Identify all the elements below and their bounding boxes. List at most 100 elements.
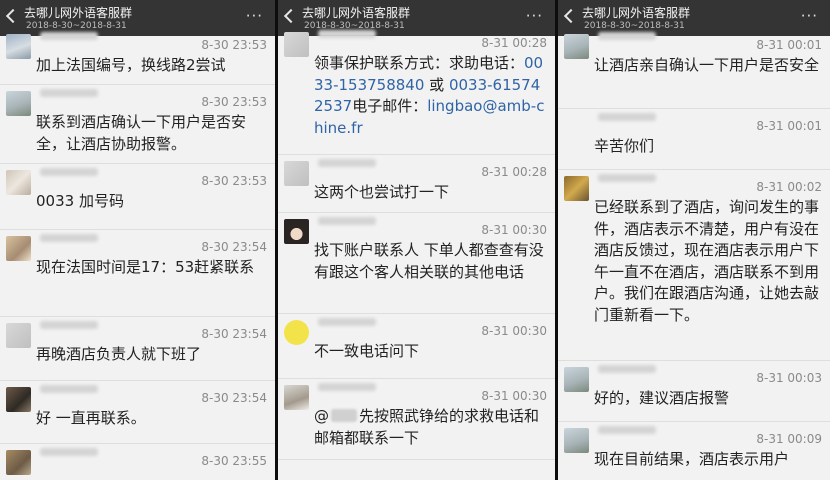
text-segment: 或 — [424, 75, 449, 94]
message-item[interactable]: 8-31 00:03 好的，建议酒店报警 — [558, 361, 830, 422]
message-text: 不一致电话问下 — [314, 342, 420, 360]
message-text: 0033 加号码 — [36, 192, 124, 210]
message-item[interactable]: 8-30 23:54 好 一直再联系。 — [0, 381, 275, 444]
mention-blurred — [331, 409, 357, 422]
chat-panel-right: 去哪儿网外语客服群 2018-8-30~2018-8-31 ··· 8-31 0… — [558, 0, 830, 480]
sender-name-blurred — [598, 365, 656, 373]
sender-avatar[interactable] — [564, 428, 589, 453]
text-segment: 领事保护联系方式：求助电话： — [314, 54, 525, 72]
message-time: 8-30 23:55 — [201, 454, 267, 468]
sender-avatar[interactable] — [6, 91, 31, 116]
message-time: 8-30 23:53 — [201, 38, 267, 52]
more-options-icon[interactable]: ··· — [526, 7, 543, 25]
message-item[interactable]: 8-31 00:09 现在目前结果，酒店表示用户 — [558, 422, 830, 480]
message-item[interactable]: 8-31 00:30 找下账户联系人 下单人都查查有没有跟这个客人相关联的其他电话 — [278, 213, 555, 314]
message-text: 找下账户联系人 下单人都查查有没有跟这个客人相关联的其他电话 — [314, 241, 544, 281]
message-item[interactable]: 8-31 00:28 领事保护联系方式：求助电话：0033-153758840 或… — [278, 26, 555, 155]
sender-name-blurred — [598, 426, 656, 434]
sender-name-blurred — [598, 174, 656, 182]
message-time: 8-31 00:09 — [756, 432, 822, 446]
message-time: 8-30 23:54 — [201, 327, 267, 341]
sender-avatar[interactable] — [284, 219, 309, 244]
message-text: 再晚酒店负责人就下班了 — [36, 345, 202, 363]
message-item[interactable]: 8-31 00:28 这两个也尝试打一下 — [278, 155, 555, 213]
sender-avatar[interactable] — [6, 450, 31, 475]
sender-name-blurred — [40, 234, 98, 242]
message-time: 8-31 00:30 — [481, 223, 547, 237]
message-item[interactable]: 8-30 23:54 现在法国时间是17：53赶紧联系 — [0, 230, 275, 317]
sender-avatar[interactable] — [564, 176, 589, 201]
sender-name-blurred — [40, 448, 98, 456]
sender-name-blurred — [598, 32, 656, 40]
sender-avatar[interactable] — [284, 161, 309, 186]
sender-name-blurred — [598, 113, 656, 121]
message-text: 辛苦你们 — [594, 137, 655, 155]
message-time: 8-30 23:53 — [201, 174, 267, 188]
sender-avatar[interactable] — [284, 385, 309, 410]
sender-avatar[interactable] — [6, 170, 31, 195]
message-text: @ 先按照武铮给的求救电话和邮箱都联系一下 — [314, 406, 545, 449]
text-segment: @ — [314, 407, 329, 425]
message-list: 8-31 00:01 让酒店亲自确认一下用户是否安全 8-31 00:01 辛苦你们 8… — [558, 28, 830, 480]
sender-avatar[interactable] — [284, 320, 309, 345]
message-text: 现在法国时间是17：53赶紧联系 — [36, 258, 255, 276]
message-text: 好 一直再联系。 — [36, 409, 146, 427]
message-time: 8-31 00:01 — [756, 38, 822, 52]
message-text: 加上法国编号，换线路2尝试 — [36, 56, 226, 74]
message-time: 8-31 00:02 — [756, 180, 822, 194]
message-list: 8-30 23:53 加上法国编号，换线路2尝试 8-30 23:53 联系到酒店确认… — [0, 28, 275, 480]
message-item[interactable]: 8-31 00:30 @ 先按照武铮给的求救电话和邮箱都联系一下 — [278, 379, 555, 460]
sender-avatar[interactable] — [284, 32, 309, 57]
message-list: 8-31 00:28 领事保护联系方式：求助电话：0033-153758840 或… — [278, 26, 555, 460]
back-arrow-icon[interactable] — [283, 8, 299, 24]
message-time: 8-31 00:03 — [756, 371, 822, 385]
message-time: 8-31 00:30 — [481, 389, 547, 403]
message-time: 8-31 00:01 — [756, 119, 822, 133]
sender-name-blurred — [40, 32, 98, 40]
sender-avatar[interactable] — [564, 367, 589, 392]
sender-name-blurred — [318, 318, 376, 326]
message-text: 已经联系到了酒店，询问发生的事件，酒店表示不清楚，用户有没在酒店反馈过，现在酒店… — [594, 198, 820, 324]
sender-avatar[interactable] — [6, 323, 31, 348]
message-item[interactable]: 8-31 00:02 已经联系到了酒店，询问发生的事件，酒店表示不清楚，用户有没在… — [558, 170, 830, 361]
chat-panel-left: 去哪儿网外语客服群 2018-8-30~2018-8-31 ··· 8-30 2… — [0, 0, 275, 480]
message-text: 联系到酒店确认一下用户是否安全，让酒店协助报警。 — [36, 113, 247, 153]
more-options-icon[interactable]: ··· — [801, 7, 818, 25]
sender-avatar[interactable] — [6, 236, 31, 261]
sender-name-blurred — [40, 385, 98, 393]
message-text: 领事保护联系方式：求助电话：0033-153758840 或 0033-6157… — [314, 53, 545, 139]
group-title: 去哪儿网外语客服群 — [302, 6, 411, 20]
sender-avatar[interactable] — [6, 34, 31, 59]
more-options-icon[interactable]: ··· — [246, 7, 263, 25]
message-item[interactable]: 8-31 00:30 不一致电话问下 — [278, 314, 555, 379]
sender-name-blurred — [40, 321, 98, 329]
back-arrow-icon[interactable] — [5, 8, 21, 24]
text-segment: 电子邮件： — [352, 97, 428, 115]
sender-name-blurred — [40, 168, 98, 176]
message-item[interactable]: 8-30 23:53 加上法国编号，换线路2尝试 — [0, 28, 275, 85]
message-item[interactable]: 8-31 00:01 辛苦你们 — [558, 109, 830, 170]
message-item[interactable]: 8-30 23:55 — [0, 444, 275, 480]
sender-name-blurred — [318, 217, 376, 225]
message-time: 8-31 00:28 — [481, 165, 547, 179]
message-text: 好的，建议酒店报警 — [594, 389, 730, 407]
message-item[interactable]: 8-31 00:01 让酒店亲自确认一下用户是否安全 — [558, 28, 830, 109]
message-time: 8-30 23:53 — [201, 95, 267, 109]
message-text: 现在目前结果，酒店表示用户 — [594, 450, 790, 468]
message-text: 这两个也尝试打一下 — [314, 183, 450, 201]
message-text: 让酒店亲自确认一下用户是否安全 — [594, 56, 820, 74]
sender-avatar[interactable] — [6, 387, 31, 412]
sender-name-blurred — [318, 30, 376, 38]
message-time: 8-31 00:30 — [481, 324, 547, 338]
message-item[interactable]: 8-30 23:53 0033 加号码 — [0, 164, 275, 230]
back-arrow-icon[interactable] — [563, 8, 579, 24]
group-title: 去哪儿网外语客服群 — [582, 6, 691, 20]
sender-avatar[interactable] — [564, 34, 589, 59]
message-item[interactable]: 8-30 23:54 再晚酒店负责人就下班了 — [0, 317, 275, 381]
chat-panel-middle: 去哪儿网外语客服群 2018-8-30~2018-8-31 ··· 8-31 0… — [278, 0, 555, 480]
group-title: 去哪儿网外语客服群 — [24, 6, 133, 20]
message-time: 8-30 23:54 — [201, 391, 267, 405]
message-time: 8-31 00:28 — [481, 36, 547, 50]
sender-name-blurred — [318, 159, 376, 167]
message-item[interactable]: 8-30 23:53 联系到酒店确认一下用户是否安全，让酒店协助报警。 — [0, 85, 275, 164]
